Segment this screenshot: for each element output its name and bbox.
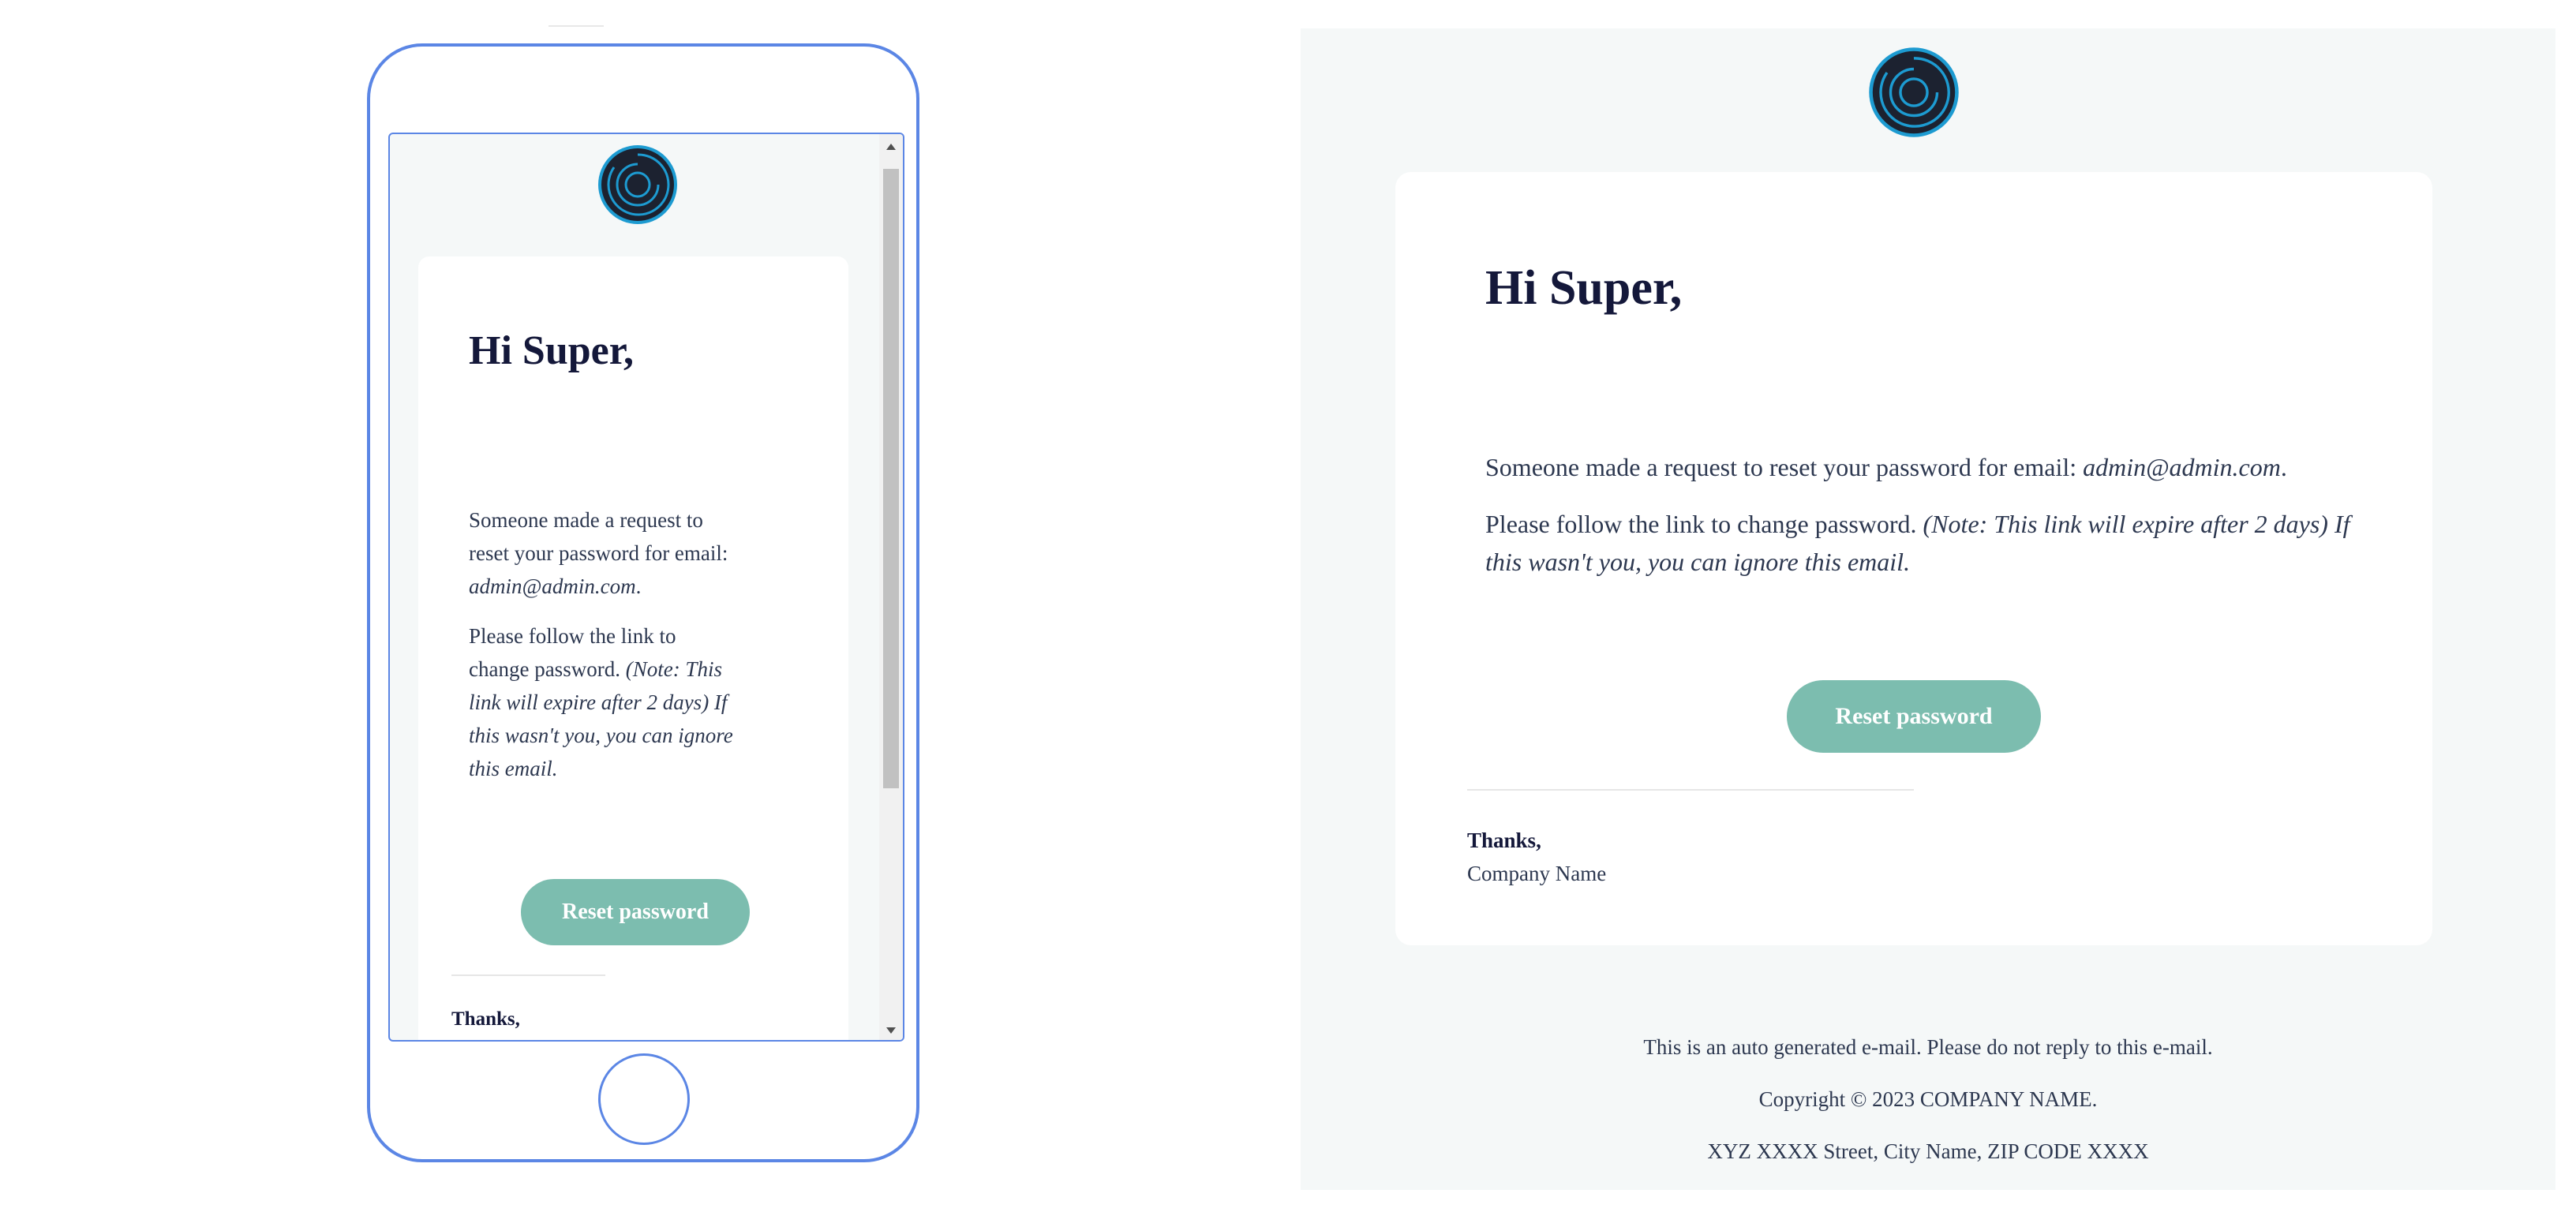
desktop-logo-icon [1867,46,1960,143]
desktop-divider [1467,789,1914,791]
request-text: Someone made a request to reset your pas… [1485,453,2084,481]
mobile-request-text: Someone made a request to reset your pas… [469,503,741,603]
footer-auto-note: This is an auto generated e-mail. Please… [1643,1035,2213,1059]
desktop-company-name: Company Name [1467,862,1607,885]
desktop-greeting: Hi Super, [1485,261,1683,315]
mobile-scrollbar[interactable] [879,134,903,1040]
email-address: admin@admin.com [2083,453,2281,481]
mobile-logo-icon [597,144,679,230]
footer-address: XYZ XXXX Street, City Name, ZIP CODE XXX… [1707,1139,2149,1163]
desktop-reset-password-button[interactable]: Reset password [1787,680,2041,753]
period: . [2280,453,2287,481]
mobile-instructions-text: Please follow the link to change passwor… [469,619,741,785]
scroll-thumb[interactable] [883,169,899,788]
footer-copyright: Copyright © 2023 COMPANY NAME. [1758,1087,2098,1111]
scroll-down-arrow-icon[interactable] [886,1027,896,1034]
mobile-thanks: Thanks, [451,1008,520,1030]
mobile-divider [451,974,605,976]
desktop-instructions-text: Please follow the link to change passwor… [1485,505,2369,581]
desktop-thanks: Thanks, [1467,829,1541,852]
scroll-up-arrow-icon[interactable] [886,144,896,150]
period: . [635,574,642,598]
instruction-text: Please follow the link to change passwor… [1485,510,1923,538]
email-address: admin@admin.com [469,574,636,598]
desktop-request-text: Someone made a request to reset your pas… [1485,448,2369,486]
mobile-reset-password-button[interactable]: Reset password [521,879,750,945]
phone-home-button[interactable] [598,1053,690,1145]
mobile-preview-screen: Hi Super, Someone made a request to rese… [388,133,904,1042]
phone-speaker [549,25,604,27]
mobile-greeting: Hi Super, [469,328,635,373]
request-text: Someone made a request to reset your pas… [469,508,728,565]
